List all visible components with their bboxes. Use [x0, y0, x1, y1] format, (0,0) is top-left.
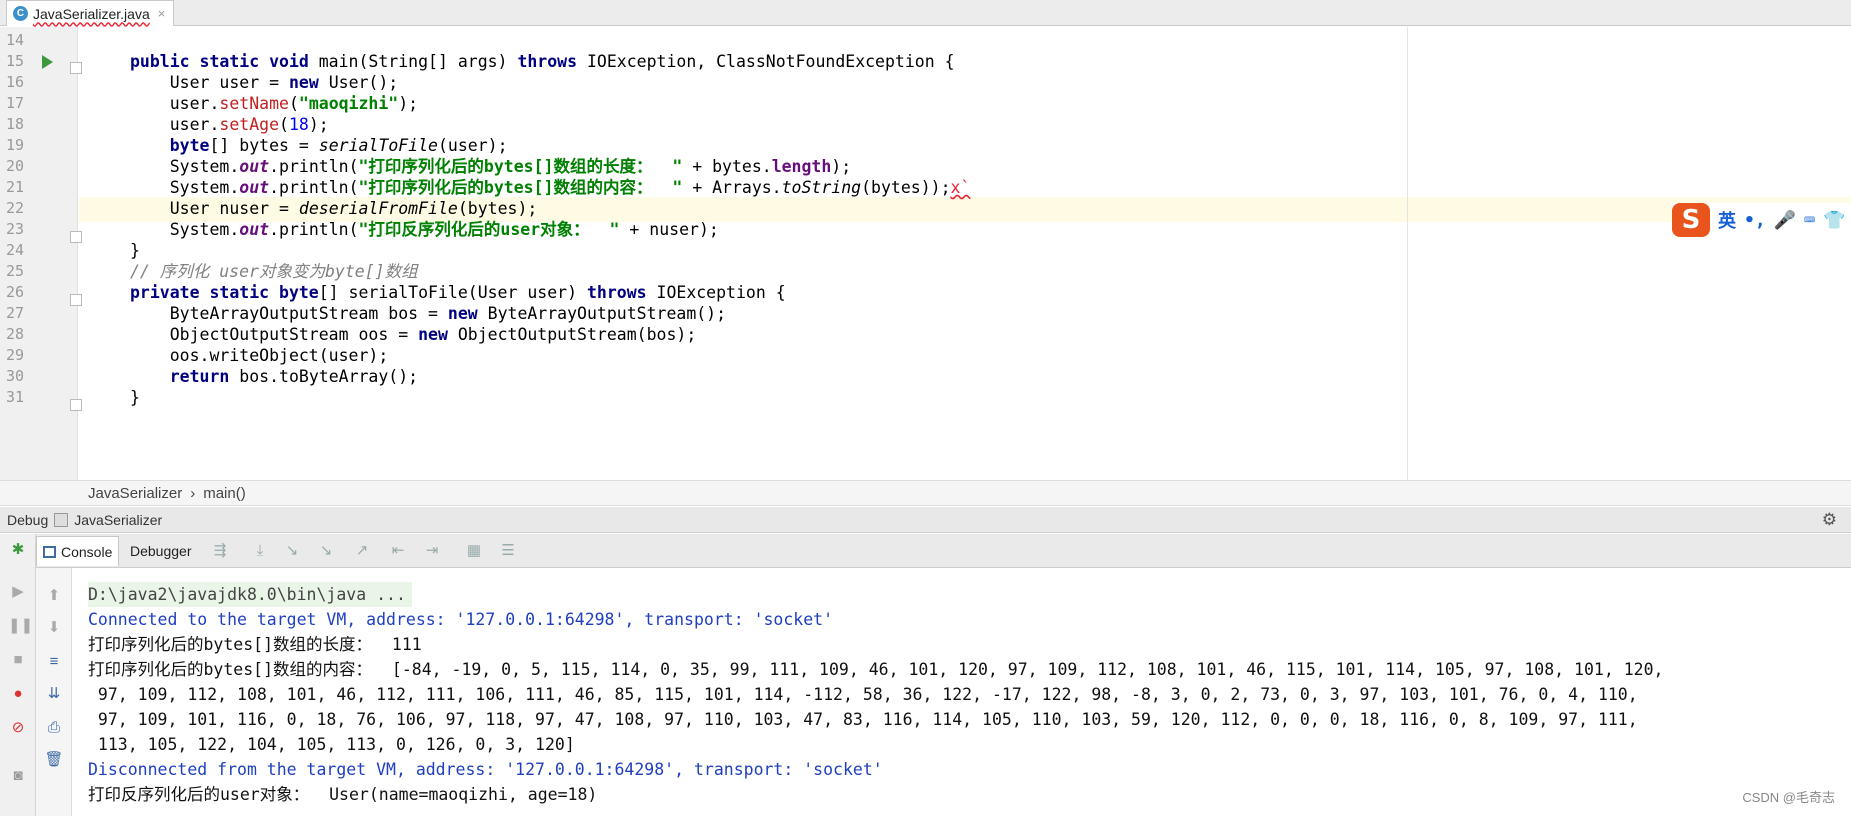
- tab-console-label: Console: [61, 543, 113, 560]
- debug-toolbar: Console Debugger ⇶ ⤓ ↘ ↘ ↗ ⇤ ⇥ ▦ ☰: [0, 534, 1851, 568]
- tab-filename: JavaSerializer.java: [33, 5, 150, 22]
- pause-icon[interactable]: ❚❚: [8, 616, 33, 636]
- console-content-line: 打印序列化后的bytes[]数组的内容： [-84, -19, 0, 5, 11…: [88, 660, 1664, 679]
- step-over-icon[interactable]: ⤓: [252, 543, 268, 559]
- fold-marker-icon[interactable]: [70, 62, 82, 74]
- console-disconnected-line: Disconnected from the target VM, address…: [88, 760, 883, 779]
- ime-punct-icon[interactable]: •,: [1744, 210, 1766, 231]
- console-content-line: 97, 109, 112, 108, 101, 46, 112, 111, 10…: [88, 685, 1638, 704]
- drop-frame-icon[interactable]: ⇤: [390, 543, 406, 559]
- bug-icon[interactable]: ✱: [8, 540, 28, 560]
- tab-javaserializer[interactable]: C JavaSerializer.java ×: [6, 0, 175, 26]
- fold-marker-icon[interactable]: [70, 294, 82, 306]
- ime-toolbar[interactable]: S 英 •, 🎤 ⌨ 👕: [1672, 203, 1851, 237]
- tab-debugger-label: Debugger: [130, 543, 192, 559]
- console-content-line: 97, 109, 101, 116, 0, 18, 76, 106, 97, 1…: [88, 710, 1638, 729]
- console-side-toolbar: ⬆ ⬇ ≡ ⇊ ⎙ 🗑: [36, 568, 72, 816]
- trash-icon[interactable]: 🗑: [44, 750, 64, 770]
- debug-panel-title: Debug: [7, 511, 49, 528]
- resume-icon[interactable]: ▶: [8, 582, 28, 602]
- step-out-icon[interactable]: ↗: [354, 543, 370, 559]
- debug-panel-header: Debug JavaSerializer ⚙: [0, 507, 1851, 533]
- soft-wrap-icon[interactable]: ≡: [44, 652, 64, 672]
- camera-icon[interactable]: ◙: [8, 766, 28, 786]
- up-arrow-icon[interactable]: ⬆: [44, 586, 64, 606]
- view-breakpoints-icon[interactable]: ●: [8, 684, 28, 704]
- breadcrumb-separator: ›: [190, 484, 196, 502]
- console-connected-line: Connected to the target VM, address: '12…: [88, 610, 834, 629]
- code-editor[interactable]: 14 15 16 17 18 19 20 21 22 23 24 25 26 2…: [0, 27, 1851, 480]
- sogou-logo-icon[interactable]: S: [1672, 203, 1710, 237]
- force-step-into-icon[interactable]: ↘: [318, 543, 334, 559]
- evaluate-expression-icon[interactable]: ▦: [466, 543, 482, 559]
- tab-console[interactable]: Console: [36, 536, 120, 566]
- right-margin-guide: [1407, 27, 1408, 480]
- stop-icon[interactable]: ■: [8, 650, 28, 670]
- run-to-cursor-icon[interactable]: ⇥: [424, 543, 440, 559]
- fold-marker-icon[interactable]: [70, 399, 82, 411]
- run-config-name[interactable]: JavaSerializer: [74, 512, 162, 528]
- breadcrumb-class[interactable]: JavaSerializer: [88, 485, 182, 502]
- editor-tab-bar: C JavaSerializer.java ×: [0, 0, 1851, 26]
- step-into-icon[interactable]: ↘: [284, 543, 300, 559]
- line-number: 31: [6, 388, 25, 406]
- breadcrumb-method[interactable]: main(): [203, 485, 246, 502]
- scroll-to-end-icon[interactable]: ⇊: [44, 684, 64, 704]
- trace-icon[interactable]: ☰: [500, 543, 516, 559]
- console-output[interactable]: D:\java2\javajdk8.0\bin\java ... Connect…: [72, 568, 1851, 816]
- console-content-line: 113, 105, 122, 104, 105, 113, 0, 126, 0,…: [88, 735, 575, 754]
- console-user-line: 打印反序列化后的user对象： User(name=maoqizhi, age=…: [88, 785, 598, 804]
- debug-side-toolbar: ✱ ▶ ❚❚ ■ ● ⊘ ◙: [0, 534, 36, 816]
- watermark: CSDN @毛奇志: [1742, 790, 1835, 805]
- run-gutter-icon[interactable]: [42, 55, 53, 69]
- fold-marker-icon[interactable]: [70, 231, 82, 243]
- show-execution-point-icon[interactable]: ⇶: [212, 543, 228, 559]
- mute-breakpoints-icon[interactable]: ⊘: [8, 718, 28, 738]
- java-class-icon: C: [13, 6, 28, 21]
- gear-icon[interactable]: ⚙: [1822, 510, 1837, 530]
- console-length-line: 打印序列化后的bytes[]数组的长度： 111: [88, 635, 422, 654]
- code-line-23: System.out.println("打印反序列化后的user对象： " + …: [130, 220, 719, 239]
- keyboard-icon[interactable]: ⌨: [1804, 210, 1815, 231]
- tab-debugger[interactable]: Debugger: [124, 536, 198, 566]
- run-config-icon: [54, 512, 69, 527]
- down-arrow-icon[interactable]: ⬇: [44, 618, 64, 638]
- ime-language-toggle[interactable]: 英: [1718, 207, 1736, 233]
- breadcrumb: JavaSerializer › main(): [0, 480, 1851, 506]
- console-command-line: D:\java2\javajdk8.0\bin\java ...: [88, 582, 412, 607]
- line-gutter: 14 15 16 17 18 19 20 21 22 23 24 25 26 2…: [0, 27, 82, 480]
- microphone-icon[interactable]: 🎤: [1774, 210, 1796, 231]
- close-icon[interactable]: ×: [158, 6, 166, 21]
- code-line-31: }: [130, 388, 140, 407]
- skin-icon[interactable]: 👕: [1823, 210, 1845, 231]
- console-icon: [43, 545, 56, 558]
- print-icon[interactable]: ⎙: [44, 718, 64, 738]
- code-line-30: return bos.toByteArray();: [169, 367, 419, 386]
